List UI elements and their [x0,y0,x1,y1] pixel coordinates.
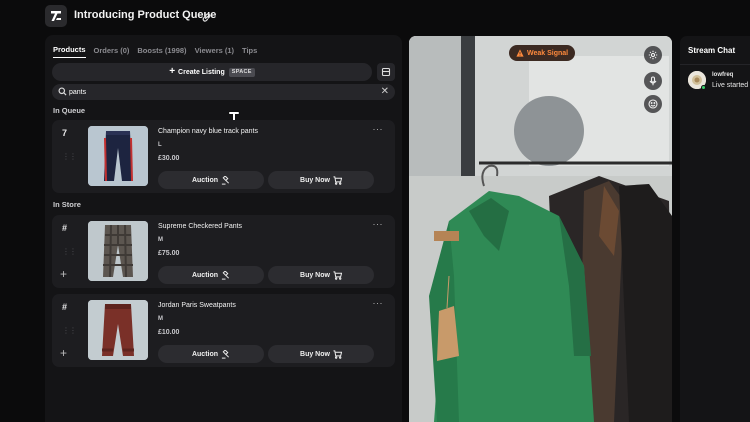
product-size: M [158,237,163,243]
auction-label: Auction [191,176,219,184]
buy-now-label: Buy Now [300,350,330,358]
product-price: £10.00 [158,329,180,336]
product-thumbnail [88,126,148,186]
tab-tips[interactable]: Tips [242,43,257,58]
cart-icon [333,349,342,359]
more-options-icon[interactable]: ··· [373,124,384,134]
search-input[interactable] [69,85,369,99]
in-store-heading: In Store [53,200,81,209]
create-listing-button[interactable]: + Create Listing SPACE [52,63,372,81]
clear-search-icon[interactable]: ✕ [381,86,389,98]
store-position: # [62,223,68,233]
product-price: £75.00 [158,250,180,257]
buy-now-button[interactable]: Buy Now [268,171,374,189]
gavel-icon [221,349,230,359]
more-options-icon[interactable]: ··· [373,298,384,308]
plus-icon: + [169,66,176,77]
auction-button[interactable]: Auction [158,171,264,189]
live-video-feed[interactable]: Weak Signal [409,36,672,422]
chat-message: Live started [712,82,749,89]
product-thumbnail [88,221,148,281]
search-bar: ✕ [52,84,395,100]
create-listing-label: Create Listing [178,68,225,76]
search-icon [58,87,67,96]
microphone-button[interactable] [644,72,662,90]
store-button[interactable] [377,63,395,81]
drag-handle-icon[interactable]: ⋮⋮ [62,153,77,161]
divider [680,64,750,65]
product-name: Supreme Checkered Pants [158,223,243,230]
emoji-button[interactable] [644,95,662,113]
buy-now-label: Buy Now [300,271,330,279]
auction-label: Auction [191,271,219,279]
product-panel: Products Orders (0) Boosts (1998) Viewer… [45,35,402,422]
more-options-icon[interactable]: ··· [373,219,384,229]
video-frame [409,36,672,422]
product-name: Jordan Paris Sweatpants [158,302,236,309]
gavel-icon [221,175,230,185]
add-to-queue-icon[interactable]: + [60,267,67,281]
tab-viewers[interactable]: Viewers (1) [195,43,234,58]
gear-icon [648,50,658,60]
weak-signal-badge: Weak Signal [509,45,576,61]
product-name: Champion navy blue track pants [158,128,258,135]
page-title: Introducing Product Queue [74,9,217,21]
product-size: L [158,142,162,148]
shortcut-badge: SPACE [228,67,255,77]
tab-orders[interactable]: Orders (0) [94,43,130,58]
microphone-icon [649,76,657,86]
auction-button[interactable]: Auction [158,266,264,284]
stream-chat-panel: Stream Chat lowfreq Live started [680,36,750,422]
drag-handle-icon[interactable]: ⋮⋮ [62,327,77,335]
product-thumbnail [88,300,148,360]
tab-products[interactable]: Products [53,42,86,58]
chat-title: Stream Chat [688,46,736,55]
buy-now-label: Buy Now [300,176,330,184]
online-status-indicator [701,85,706,90]
warning-icon [516,49,524,57]
queue-position: 7 [62,128,68,138]
drag-handle-icon[interactable]: ⋮⋮ [62,248,77,256]
logo-icon[interactable] [45,5,67,27]
product-price: £30.00 [158,155,180,162]
store-icon [381,67,391,77]
weak-signal-label: Weak Signal [527,49,569,57]
buy-now-button[interactable]: Buy Now [268,266,374,284]
chat-username[interactable]: lowfreq [712,72,733,78]
cart-icon [333,175,342,185]
store-product-card[interactable]: # ⋮⋮ + Jordan Paris Sweatpants M £10.00 … [52,294,395,367]
tab-bar: Products Orders (0) Boosts (1998) Viewer… [53,39,265,61]
link-icon[interactable] [201,10,212,28]
buy-now-button[interactable]: Buy Now [268,345,374,363]
product-size: M [158,316,163,322]
auction-button[interactable]: Auction [158,345,264,363]
queue-product-card[interactable]: 7 ⋮⋮ Champion navy blue track pants L £3… [52,120,395,193]
tab-boosts[interactable]: Boosts (1998) [137,43,186,58]
store-product-card[interactable]: # ⋮⋮ + Supreme Checkered Pants M £75.00 … [52,215,395,288]
store-position: # [62,302,68,312]
add-to-queue-icon[interactable]: + [60,346,67,360]
cart-icon [333,270,342,280]
settings-button[interactable] [644,46,662,64]
in-queue-heading: In Queue [53,106,86,115]
smile-icon [648,99,658,109]
auction-label: Auction [191,350,219,358]
top-bar: Introducing Product Queue [0,0,750,34]
gavel-icon [221,270,230,280]
